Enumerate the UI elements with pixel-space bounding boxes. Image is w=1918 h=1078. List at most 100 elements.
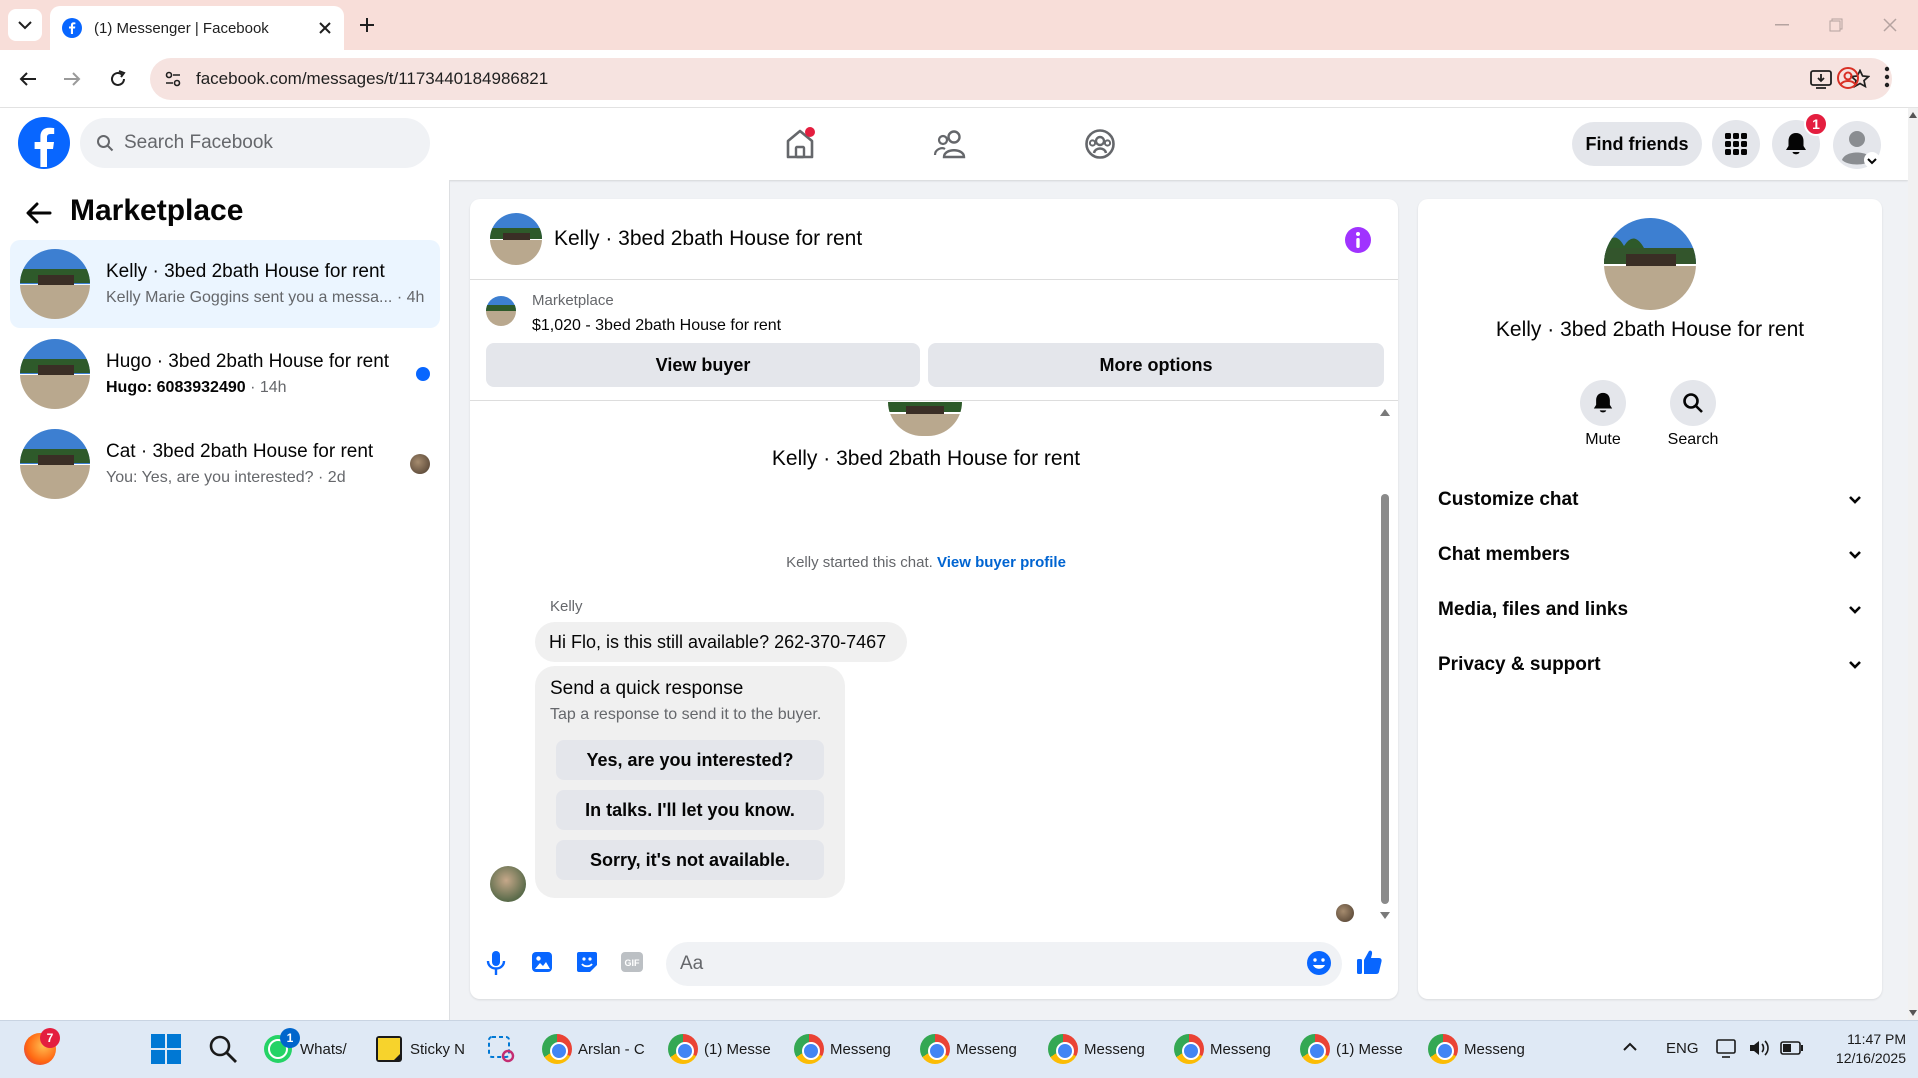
facebook-favicon-icon [62, 18, 82, 38]
reload-button[interactable] [100, 61, 136, 97]
listing-avatar [20, 249, 90, 319]
sender-avatar[interactable] [490, 866, 526, 902]
view-buyer-button[interactable]: View buyer [486, 343, 920, 387]
message-input[interactable] [666, 942, 1342, 986]
back-button[interactable] [10, 61, 46, 97]
message-bubble[interactable]: Hi Flo, is this still available? 262-370… [535, 622, 907, 662]
close-tab-icon[interactable] [318, 21, 332, 35]
taskbar-search[interactable] [208, 1026, 238, 1072]
chat-title[interactable]: Kelly · 3bed 2bath House for rent [554, 227, 862, 251]
system-tray-icons[interactable] [1716, 1038, 1804, 1058]
search-input[interactable] [124, 132, 404, 154]
info-icon[interactable] [1344, 226, 1372, 254]
listing-avatar [20, 339, 90, 409]
taskbar-chrome-messenger-5[interactable]: Messeng [1174, 1026, 1284, 1072]
page-scrollbar[interactable] [1908, 108, 1918, 1020]
chat-scrollbar[interactable] [1379, 404, 1391, 924]
taskbar-whatsapp[interactable]: Whats/ [262, 1026, 356, 1072]
conversation-item-cat[interactable]: Cat · 3bed 2bath House for rent You: Yes… [10, 420, 440, 508]
tray-overflow-chevron-icon[interactable] [1622, 1042, 1638, 1052]
new-tab-button[interactable] [352, 10, 382, 40]
message-field[interactable] [680, 953, 1240, 975]
forward-button[interactable] [54, 61, 90, 97]
quick-response-not-available[interactable]: Sorry, it's not available. [556, 840, 824, 880]
taskbar-chrome-messenger-4[interactable]: Messeng [1048, 1026, 1158, 1072]
chrome-icon [542, 1034, 572, 1064]
svg-text:GIF: GIF [625, 958, 641, 968]
quick-response-in-talks[interactable]: In talks. I'll let you know. [556, 790, 824, 830]
taskbar-chrome-arslan[interactable]: Arslan - C [542, 1026, 646, 1072]
taskbar-label: (1) Messe [1336, 1040, 1403, 1058]
arrow-right-icon [64, 72, 81, 86]
start-button[interactable] [150, 1026, 182, 1072]
conversation-name: Cat · 3bed 2bath House for rent [106, 441, 374, 462]
mute-button[interactable] [1580, 380, 1626, 426]
listing-avatar [20, 429, 90, 499]
facebook-search[interactable] [80, 118, 430, 168]
browser-tab-active[interactable]: (1) Messenger | Facebook [50, 6, 344, 50]
home-icon [786, 127, 815, 159]
close-window-button[interactable] [1868, 8, 1912, 42]
chevron-down-icon [1849, 551, 1861, 559]
taskbar-chrome-messenger-2[interactable]: Messeng [794, 1026, 904, 1072]
section-privacy-support[interactable]: Privacy & support [1438, 645, 1862, 685]
started-text: Kelly started this chat. [786, 554, 933, 571]
url-text[interactable]: facebook.com/messages/t/1173440184986821 [196, 69, 1810, 89]
mute-label: Mute [1585, 431, 1621, 448]
taskbar-chrome-messenger-7[interactable]: Messeng [1428, 1026, 1538, 1072]
seen-avatar [410, 454, 430, 474]
tab-search-button[interactable] [8, 9, 42, 41]
taskbar-label: Messeng [956, 1040, 1017, 1058]
site-info-icon[interactable] [164, 70, 182, 88]
nav-home[interactable] [770, 118, 830, 170]
address-bar[interactable]: facebook.com/messages/t/1173440184986821 [150, 58, 1892, 100]
taskbar-chrome-messenger-6[interactable]: (1) Messe [1300, 1026, 1410, 1072]
mic-icon[interactable] [485, 950, 507, 976]
close-icon [1883, 18, 1897, 32]
taskbar-chrome-messenger-1[interactable]: (1) Messe [668, 1026, 776, 1072]
emoji-icon[interactable] [1306, 950, 1332, 976]
listing-thumbnail[interactable] [486, 296, 516, 326]
find-friends-button[interactable]: Find friends [1572, 122, 1702, 166]
minimize-icon [1775, 24, 1789, 26]
more-options-button[interactable]: More options [928, 343, 1384, 387]
menu-button[interactable] [1712, 120, 1760, 168]
conversation-snippet: Kelly Marie Goggins sent you a messa... … [106, 289, 440, 307]
sticker-icon[interactable] [575, 950, 599, 974]
taskbar-label: Messeng [1210, 1040, 1271, 1058]
install-app-icon[interactable] [1810, 69, 1832, 89]
section-chat-members[interactable]: Chat members [1438, 535, 1862, 575]
bell-icon [1786, 133, 1806, 155]
taskbar-clock[interactable]: 11:47 PM 12/16/2025 [1806, 1030, 1906, 1068]
taskbar-label: Arslan - C [578, 1040, 645, 1058]
chevron-down-icon [1849, 606, 1861, 614]
profile-icon[interactable] [1836, 66, 1860, 90]
browser-menu-icon[interactable] [1884, 66, 1890, 88]
taskbar-chrome-messenger-3[interactable]: Messeng [920, 1026, 1030, 1072]
section-label: Chat members [1438, 544, 1570, 565]
nav-friends[interactable] [920, 118, 980, 170]
restore-button[interactable] [1814, 8, 1858, 42]
intro-title: Kelly · 3bed 2bath House for rent [771, 447, 1081, 470]
quick-response-yes[interactable]: Yes, are you interested? [556, 740, 824, 780]
gif-icon[interactable]: GIF [620, 950, 644, 974]
nav-groups[interactable] [1070, 118, 1130, 170]
back-arrow-icon[interactable] [26, 202, 52, 224]
listing-summary[interactable]: $1,020 - 3bed 2bath House for rent [532, 317, 781, 335]
image-icon[interactable] [530, 950, 554, 974]
language-indicator[interactable]: ENG [1666, 1040, 1699, 1057]
chat-avatar[interactable] [490, 213, 542, 265]
search-in-chat-button[interactable] [1670, 380, 1716, 426]
taskbar-snipping-tool[interactable] [486, 1026, 516, 1072]
section-media-files-links[interactable]: Media, files and links [1438, 590, 1862, 630]
minimize-button[interactable] [1760, 8, 1804, 42]
facebook-logo-icon[interactable] [18, 117, 70, 169]
taskbar-sticky-notes[interactable]: Sticky N [374, 1026, 466, 1072]
section-customize-chat[interactable]: Customize chat [1438, 480, 1862, 520]
account-avatar[interactable] [1832, 120, 1882, 170]
conversation-item-hugo[interactable]: Hugo · 3bed 2bath House for rent Hugo: 6… [10, 330, 440, 418]
like-icon[interactable] [1355, 948, 1383, 976]
conversation-item-kelly[interactable]: Kelly · 3bed 2bath House for rent Kelly … [10, 240, 440, 328]
view-buyer-profile-link[interactable]: View buyer profile [937, 554, 1066, 571]
search-icon [1683, 393, 1703, 413]
